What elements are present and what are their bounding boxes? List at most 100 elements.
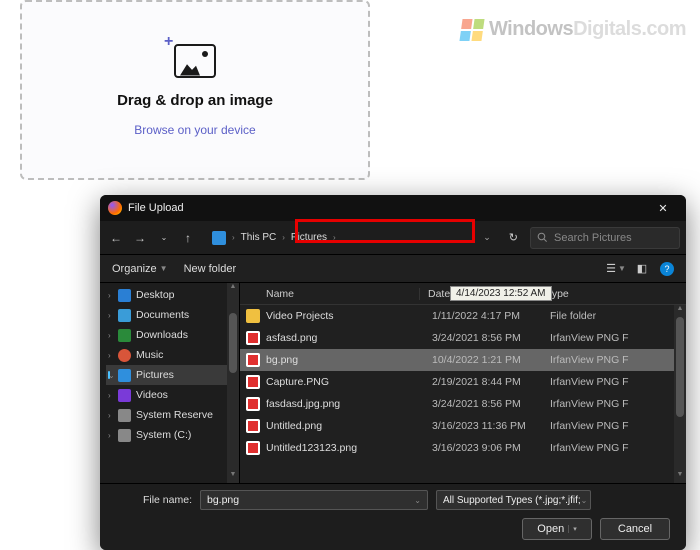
file-type: IrfanView PNG F	[542, 354, 686, 366]
filelist-scrollbar[interactable]: ▲▼	[674, 305, 686, 483]
filename-input[interactable]: bg.png⌄	[200, 490, 428, 510]
filetype-filter[interactable]: All Supported Types (*.jpg;*.jfif;⌄	[436, 490, 591, 510]
filename-label: File name:	[112, 494, 192, 506]
file-type: File folder	[542, 310, 686, 322]
file-name: Untitled123123.png	[266, 442, 424, 454]
sidebar-scrollbar[interactable]: ▲▼	[227, 283, 239, 483]
image-upload-icon: +	[174, 44, 216, 78]
file-date: 3/24/2021 8:56 PM	[424, 398, 542, 410]
pictures-folder-icon	[212, 231, 226, 245]
folder-icon	[118, 309, 131, 322]
file-name: Video Projects	[266, 310, 424, 322]
sidebar-item-label: System Reserve	[136, 409, 213, 421]
sidebar-item-label: Pictures	[136, 369, 174, 381]
folder-icon	[246, 309, 260, 323]
search-input[interactable]: Search Pictures	[530, 227, 680, 249]
file-name: Untitled.png	[266, 420, 424, 432]
file-row[interactable]: Capture.PNG2/19/2021 8:44 PMIrfanView PN…	[240, 371, 686, 393]
watermark-text: WindowsDigitals.com	[489, 18, 686, 41]
folder-icon	[118, 389, 131, 402]
file-row[interactable]: fasdasd.jpg.png3/24/2021 8:56 PMIrfanVie…	[240, 393, 686, 415]
sidebar-item-music[interactable]: ›Music	[106, 345, 239, 365]
file-type: IrfanView PNG F	[542, 332, 686, 344]
sidebar-item-label: Documents	[136, 309, 189, 321]
address-bar[interactable]: › This PC › Pictures ›	[206, 227, 376, 249]
open-button[interactable]: Open▾	[522, 518, 592, 540]
sidebar: ›Desktop›Documents›Downloads›Music⌄Pictu…	[100, 283, 240, 483]
file-icon	[246, 397, 260, 411]
file-type: IrfanView PNG F	[542, 376, 686, 388]
organize-button[interactable]: Organize▼	[112, 263, 168, 275]
dropzone[interactable]: + Drag & drop an image Browse on your de…	[20, 0, 370, 180]
file-icon	[246, 375, 260, 389]
dropzone-title: Drag & drop an image	[117, 92, 273, 109]
address-dropdown[interactable]: ⌄	[477, 232, 497, 243]
nav-bar: ← → ⌄ ↑ › This PC › Pictures › ⌄ ↻ Searc…	[100, 221, 686, 255]
file-name: asfasd.png	[266, 332, 424, 344]
firefox-icon	[108, 201, 122, 215]
column-date[interactable]: Date modified 4/14/2023 12:52 AM	[420, 288, 538, 300]
nav-back-button[interactable]: ←	[106, 231, 126, 245]
sidebar-item-downloads[interactable]: ›Downloads	[106, 325, 239, 345]
folder-icon	[118, 369, 131, 382]
dialog-footer: File name: bg.png⌄ All Supported Types (…	[100, 483, 686, 550]
nav-recent-dropdown[interactable]: ⌄	[154, 233, 174, 242]
view-options-button[interactable]: ☰▼	[608, 261, 624, 277]
file-type: IrfanView PNG F	[542, 398, 686, 410]
sidebar-item-pictures[interactable]: ⌄Pictures	[106, 365, 239, 385]
breadcrumb-folder[interactable]: Pictures	[291, 232, 327, 243]
file-row[interactable]: Video Projects1/11/2022 4:17 PMFile fold…	[240, 305, 686, 327]
folder-icon	[118, 409, 131, 422]
sidebar-item-documents[interactable]: ›Documents	[106, 305, 239, 325]
file-date: 1/11/2022 4:17 PM	[424, 310, 542, 322]
titlebar: File Upload ✕	[100, 195, 686, 221]
column-type[interactable]: Type	[538, 288, 686, 300]
file-icon	[246, 419, 260, 433]
watermark: WindowsDigitals.com	[461, 18, 686, 41]
sidebar-item-system-reserve[interactable]: ›System Reserve	[106, 405, 239, 425]
search-placeholder: Search Pictures	[554, 232, 632, 244]
cancel-button[interactable]: Cancel	[600, 518, 670, 540]
file-date: 10/4/2022 1:21 PM	[424, 354, 542, 366]
close-button[interactable]: ✕	[648, 202, 678, 215]
file-type: IrfanView PNG F	[542, 442, 686, 454]
breadcrumb-root[interactable]: This PC	[241, 232, 277, 243]
browse-link[interactable]: Browse on your device	[134, 123, 255, 137]
column-name[interactable]: Name	[240, 288, 420, 300]
file-date: 3/24/2021 8:56 PM	[424, 332, 542, 344]
file-row[interactable]: bg.png10/4/2022 1:21 PMIrfanView PNG F	[240, 349, 686, 371]
dialog-title: File Upload	[128, 202, 648, 214]
file-row[interactable]: Untitled123123.png3/16/2023 9:06 PMIrfan…	[240, 437, 686, 459]
watermark-logo-icon	[459, 19, 484, 41]
sidebar-item-label: Downloads	[136, 329, 188, 341]
refresh-button[interactable]: ↻	[501, 231, 526, 244]
file-row[interactable]: Untitled.png3/16/2023 11:36 PMIrfanView …	[240, 415, 686, 437]
file-upload-dialog: File Upload ✕ ← → ⌄ ↑ › This PC › Pictur…	[100, 195, 686, 550]
file-icon	[246, 353, 260, 367]
file-type: IrfanView PNG F	[542, 420, 686, 432]
file-row[interactable]: asfasd.png3/24/2021 8:56 PMIrfanView PNG…	[240, 327, 686, 349]
sidebar-item-label: Desktop	[136, 289, 175, 301]
sidebar-item-desktop[interactable]: ›Desktop	[106, 285, 239, 305]
sidebar-item-videos[interactable]: ›Videos	[106, 385, 239, 405]
toolbar: Organize▼ New folder ☰▼ ◧ ?	[100, 255, 686, 283]
file-icon	[246, 331, 260, 345]
sidebar-item-system-c-[interactable]: ›System (C:)	[106, 425, 239, 445]
preview-pane-button[interactable]: ◧	[634, 261, 650, 277]
sidebar-item-label: System (C:)	[136, 429, 191, 441]
file-list: Name Date modified 4/14/2023 12:52 AM Ty…	[240, 283, 686, 483]
folder-icon	[118, 429, 131, 442]
folder-icon	[118, 349, 131, 362]
nav-up-button[interactable]: ↑	[178, 231, 198, 245]
help-button[interactable]: ?	[660, 262, 674, 276]
file-name: fasdasd.jpg.png	[266, 398, 424, 410]
search-icon	[537, 232, 548, 243]
folder-icon	[118, 329, 131, 342]
file-icon	[246, 441, 260, 455]
nav-forward-button[interactable]: →	[130, 231, 150, 245]
sidebar-item-label: Videos	[136, 389, 168, 401]
new-folder-button[interactable]: New folder	[184, 263, 237, 275]
file-name: Capture.PNG	[266, 376, 424, 388]
file-name: bg.png	[266, 354, 424, 366]
date-tooltip: 4/14/2023 12:52 AM	[450, 286, 552, 301]
